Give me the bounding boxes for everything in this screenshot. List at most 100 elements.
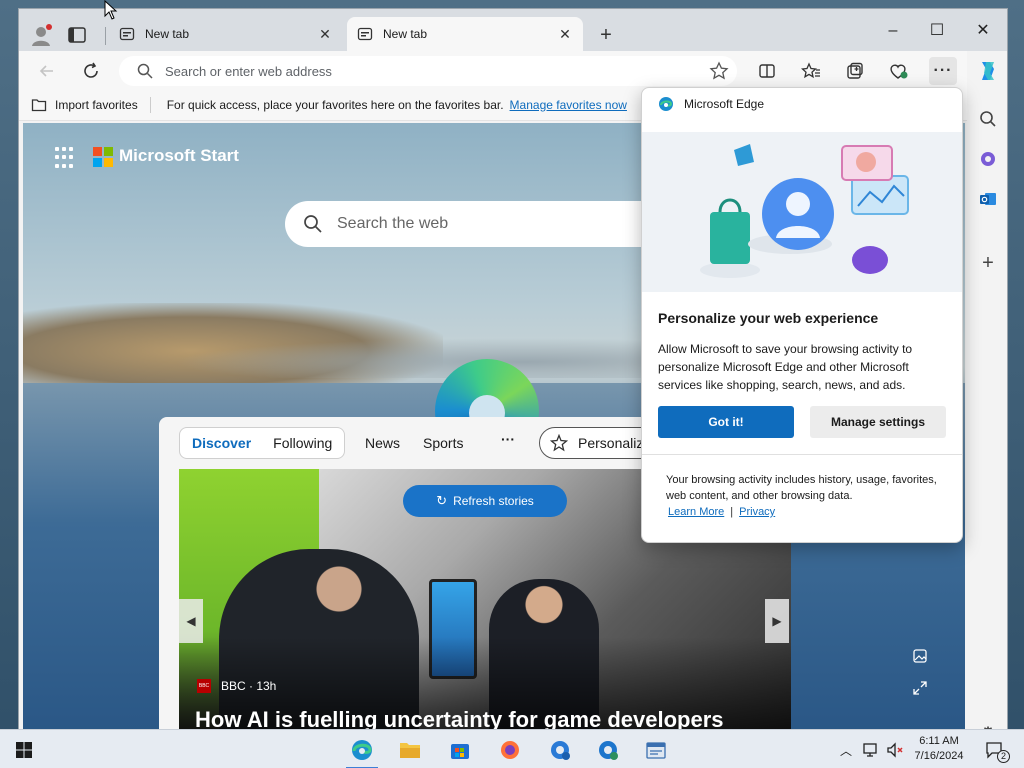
new-tab-page-icon: [357, 26, 373, 42]
folder-icon: [400, 743, 420, 758]
browser-window: New tab ✕ New tab ✕ + – ☐ ✕ Search or en…: [18, 8, 1008, 730]
profile-icon: [32, 24, 52, 46]
app-launcher-icon[interactable]: [55, 147, 77, 169]
manage-favorites-link[interactable]: Manage favorites now: [510, 98, 627, 112]
tab-new-tab-1[interactable]: New tab ✕: [109, 17, 343, 51]
carousel-next-button[interactable]: ▶: [765, 599, 789, 643]
tab-discover[interactable]: Discover: [192, 435, 251, 451]
tab-new-tab-2[interactable]: New tab ✕: [347, 17, 583, 51]
favorites-button[interactable]: [797, 57, 825, 85]
address-input[interactable]: [165, 63, 645, 79]
taskbar-app-button[interactable]: [640, 734, 672, 766]
taskbar: ︿ 6:11 AM 7/16/2024 2: [0, 729, 1024, 768]
clock-date: 7/16/2024: [914, 750, 964, 762]
favorites-bar-message: For quick access, place your favorites h…: [166, 97, 504, 112]
notification-count-badge: 2: [997, 750, 1010, 763]
expand-button[interactable]: [909, 677, 931, 699]
taskbar-firefox-button[interactable]: [494, 734, 526, 766]
back-arrow-icon: [39, 65, 53, 77]
image-icon: [913, 649, 927, 663]
browser-essentials-button[interactable]: [885, 57, 913, 85]
tab-actions-button[interactable]: [65, 23, 89, 47]
clock[interactable]: 6:11 AM 7/16/2024: [906, 734, 972, 764]
popup-divider: [642, 454, 962, 455]
firefox-icon: [501, 741, 519, 759]
taskbar-edge-button[interactable]: [346, 734, 378, 768]
sidebar-outlook-button[interactable]: [974, 185, 1002, 213]
add-favorite-star-icon[interactable]: [709, 61, 729, 81]
start-button[interactable]: [8, 734, 40, 766]
tab-following[interactable]: Following: [273, 435, 332, 451]
popup-description: Allow Microsoft to save your browsing ac…: [658, 342, 913, 392]
microsoft-365-icon: [981, 152, 995, 166]
clock-time: 6:11 AM: [919, 735, 959, 747]
chevron-up-icon: ︿: [839, 743, 852, 758]
popup-links: Learn More | Privacy: [668, 506, 775, 518]
taskbar-file-explorer-button[interactable]: [394, 734, 426, 766]
link-separator: |: [730, 506, 734, 518]
privacy-link[interactable]: Privacy: [739, 506, 775, 518]
back-button[interactable]: [33, 57, 61, 85]
microsoft-start-brand[interactable]: Microsoft Start: [119, 146, 239, 166]
edge-dev-icon: [599, 741, 618, 760]
carousel-previous-button[interactable]: ◀: [179, 599, 203, 643]
minimize-button[interactable]: –: [871, 19, 915, 43]
new-tab-button[interactable]: +: [593, 23, 619, 49]
maximize-button[interactable]: ☐: [915, 19, 959, 43]
taskbar-edge-dev-button[interactable]: [592, 734, 624, 766]
edge-icon: [352, 740, 372, 760]
story-source: BBC BBC · 13h: [197, 679, 276, 693]
chevron-right-icon: ▶: [772, 614, 782, 628]
edge-beta-icon: [551, 741, 570, 760]
feed-more-button[interactable]: ···: [501, 431, 515, 447]
tab-separator: [105, 27, 106, 45]
tab-actions-icon: [68, 27, 86, 43]
close-window-button[interactable]: ✕: [961, 19, 1005, 43]
outlook-icon: [980, 193, 996, 205]
notification-center-button[interactable]: 2: [980, 734, 1010, 766]
tab-title: New tab: [145, 27, 190, 41]
popup-title: Personalize your web experience: [658, 310, 879, 326]
logo-square: [104, 158, 113, 167]
split-screen-icon: [759, 64, 775, 78]
taskbar-store-button[interactable]: [444, 734, 476, 766]
logo-square: [93, 147, 102, 156]
profile-button[interactable]: [27, 21, 55, 49]
volume-muted-icon: [887, 742, 903, 758]
sidebar-microsoft365-button[interactable]: [974, 145, 1002, 173]
collections-button[interactable]: [841, 57, 869, 85]
volume-button[interactable]: [884, 734, 906, 766]
favorites-icon: [801, 62, 820, 79]
window-app-icon: [646, 742, 666, 759]
refresh-button[interactable]: [77, 57, 105, 85]
got-it-button[interactable]: Got it!: [658, 406, 794, 438]
search-icon: [137, 63, 153, 79]
import-favorites-button[interactable]: Import favorites: [31, 96, 151, 113]
edge-logo-icon: [659, 97, 673, 111]
search-icon: [304, 215, 322, 233]
tab-sports[interactable]: Sports: [423, 435, 463, 451]
learn-more-link[interactable]: Learn More: [668, 506, 724, 518]
story-headline[interactable]: How AI is fuelling uncertainty for game …: [195, 707, 724, 729]
import-favorites-label: Import favorites: [55, 97, 138, 112]
expand-icon: [913, 681, 927, 695]
refresh-stories-label: Refresh stories: [453, 494, 534, 508]
show-hidden-icons-button[interactable]: ︿: [836, 734, 856, 766]
sidebar-search-button[interactable]: [974, 105, 1002, 133]
background-image-button[interactable]: [909, 645, 931, 667]
network-button[interactable]: [860, 734, 882, 766]
manage-settings-button[interactable]: Manage settings: [810, 406, 946, 438]
feed-tab-group: Discover Following: [179, 427, 346, 459]
tab-close-icon[interactable]: ✕: [317, 26, 333, 42]
tab-news[interactable]: News: [365, 435, 400, 451]
tab-close-icon[interactable]: ✕: [557, 26, 573, 42]
refresh-stories-button[interactable]: ↻ Refresh stories: [403, 485, 567, 517]
address-bar[interactable]: [119, 56, 737, 86]
navigation-toolbar: ···: [19, 51, 1007, 89]
sidebar-add-button[interactable]: +: [974, 249, 1002, 277]
settings-and-more-button[interactable]: ···: [929, 57, 957, 85]
copilot-button[interactable]: [974, 57, 1002, 85]
split-screen-button[interactable]: [753, 57, 781, 85]
taskbar-edge-beta-button[interactable]: [544, 734, 576, 766]
personalize-popup: Microsoft Edge Personalize your web expe…: [641, 87, 963, 543]
